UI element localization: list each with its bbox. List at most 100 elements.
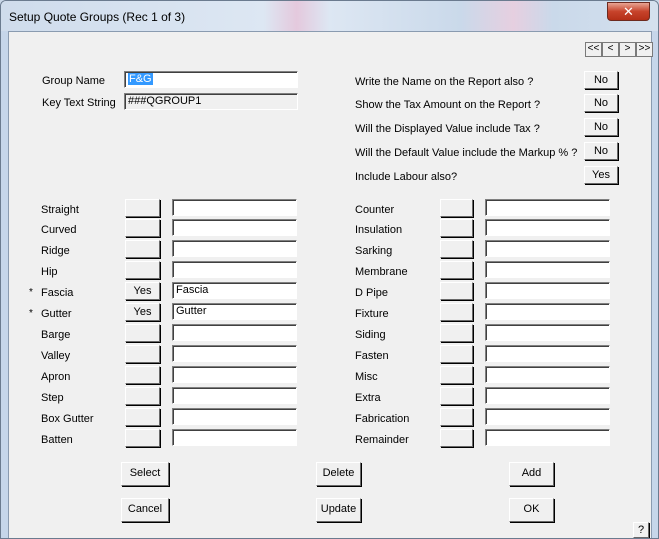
update-button[interactable]: Update	[316, 498, 361, 522]
item-label: Step	[41, 392, 64, 404]
item-text-field[interactable]	[485, 282, 610, 299]
item-toggle-button[interactable]	[440, 282, 473, 300]
setup-quote-groups-window: Setup Quote Groups (Rec 1 of 3) ✕ << < >…	[0, 0, 659, 539]
item-toggle-button[interactable]: Yes	[125, 282, 160, 300]
item-toggle-button[interactable]: Yes	[125, 303, 160, 321]
item-text-field[interactable]	[485, 408, 610, 425]
item-label: Sarking	[355, 245, 393, 257]
item-toggle-button[interactable]	[440, 303, 473, 321]
option-label: Will the Default Value include the Marku…	[355, 147, 578, 159]
item-text-field[interactable]	[172, 261, 297, 278]
close-icon: ✕	[623, 4, 634, 19]
item-toggle-button[interactable]	[125, 261, 160, 279]
item-toggle-button[interactable]	[440, 199, 473, 217]
title-bar[interactable]: Setup Quote Groups (Rec 1 of 3) ✕	[1, 1, 658, 31]
first-record-button[interactable]: <<	[585, 42, 602, 57]
item-text-field[interactable]	[172, 324, 297, 341]
option-toggle-button[interactable]: No	[584, 94, 618, 112]
item-text-field[interactable]	[172, 387, 297, 404]
item-toggle-button[interactable]	[125, 324, 160, 342]
item-toggle-button[interactable]	[125, 219, 160, 237]
option-toggle-button[interactable]: No	[584, 142, 618, 160]
item-toggle-button[interactable]	[440, 429, 473, 447]
item-toggle-button[interactable]	[125, 408, 160, 426]
key-text-label: Key Text String	[42, 97, 116, 109]
option-label: Will the Displayed Value include Tax ?	[355, 123, 540, 135]
item-text-field[interactable]	[485, 303, 610, 320]
option-label: Include Labour also?	[355, 171, 458, 183]
item-text-field[interactable]: Gutter	[172, 303, 297, 320]
item-toggle-button[interactable]	[440, 366, 473, 384]
item-text-field[interactable]	[485, 429, 610, 446]
item-label: Fasten	[355, 350, 389, 362]
item-toggle-button[interactable]	[125, 199, 160, 217]
item-label: Straight	[41, 204, 79, 216]
item-label: Insulation	[355, 224, 403, 236]
item-label: Counter	[355, 204, 395, 216]
option-toggle-button[interactable]: No	[584, 71, 618, 89]
item-toggle-button[interactable]	[440, 387, 473, 405]
delete-button[interactable]: Delete	[316, 462, 361, 486]
group-name-label: Group Name	[42, 75, 105, 87]
item-toggle-button[interactable]	[440, 240, 473, 258]
item-label: Siding	[355, 329, 386, 341]
item-toggle-button[interactable]	[125, 240, 160, 258]
item-toggle-button[interactable]	[125, 429, 160, 447]
item-toggle-button[interactable]	[125, 387, 160, 405]
item-text-field[interactable]	[485, 199, 610, 216]
item-text-field[interactable]	[172, 345, 297, 362]
item-label: Valley	[41, 350, 71, 362]
window-title: Setup Quote Groups (Rec 1 of 3)	[9, 10, 186, 24]
item-text-field[interactable]	[485, 240, 610, 257]
item-text-field[interactable]	[172, 408, 297, 425]
item-toggle-button[interactable]	[440, 219, 473, 237]
item-text-field[interactable]	[172, 240, 297, 257]
item-label: D Pipe	[355, 287, 389, 299]
group-name-value: F&G	[128, 73, 153, 85]
item-label: Extra	[355, 392, 381, 404]
item-label: Curved	[41, 224, 77, 236]
option-toggle-button[interactable]: Yes	[584, 166, 618, 184]
item-text-field[interactable]	[485, 261, 610, 278]
item-text-field[interactable]: Fascia	[172, 282, 297, 299]
item-text-field[interactable]	[172, 219, 297, 236]
required-marker: *	[29, 308, 33, 319]
close-button[interactable]: ✕	[607, 2, 650, 21]
item-text-field[interactable]	[485, 219, 610, 236]
item-label: Apron	[41, 371, 71, 383]
next-record-button[interactable]: >	[619, 42, 636, 57]
ok-button[interactable]: OK	[509, 498, 554, 522]
item-toggle-button[interactable]	[440, 345, 473, 363]
item-label: Hip	[41, 266, 58, 278]
item-label: Batten	[41, 434, 73, 446]
item-text-field[interactable]	[172, 429, 297, 446]
option-toggle-button[interactable]: No	[584, 118, 618, 136]
item-label: Fascia	[41, 287, 74, 299]
item-text-field[interactable]	[485, 366, 610, 383]
item-label: Fabrication	[355, 413, 410, 425]
item-text-field[interactable]	[485, 324, 610, 341]
last-record-button[interactable]: >>	[636, 42, 653, 57]
key-text-field[interactable]: ###QGROUP1	[124, 93, 298, 110]
item-text-field[interactable]	[485, 345, 610, 362]
item-text-field[interactable]	[172, 199, 297, 216]
item-text-field[interactable]	[485, 387, 610, 404]
item-toggle-button[interactable]	[440, 261, 473, 279]
item-label: Gutter	[41, 308, 72, 320]
item-label: Ridge	[41, 245, 70, 257]
cancel-button[interactable]: Cancel	[121, 498, 169, 522]
item-toggle-button[interactable]	[125, 345, 160, 363]
item-toggle-button[interactable]	[440, 324, 473, 342]
item-text-field[interactable]	[172, 366, 297, 383]
select-button[interactable]: Select	[121, 462, 169, 486]
item-toggle-button[interactable]	[440, 408, 473, 426]
item-label: Box Gutter	[41, 413, 94, 425]
option-label: Write the Name on the Report also ?	[355, 76, 534, 88]
add-button[interactable]: Add	[509, 462, 554, 486]
help-button[interactable]: ?	[633, 522, 649, 538]
item-label: Misc	[355, 371, 378, 383]
group-name-field[interactable]: F&G	[124, 71, 298, 88]
previous-record-button[interactable]: <	[602, 42, 619, 57]
item-label: Barge	[41, 329, 71, 341]
item-toggle-button[interactable]	[125, 366, 160, 384]
